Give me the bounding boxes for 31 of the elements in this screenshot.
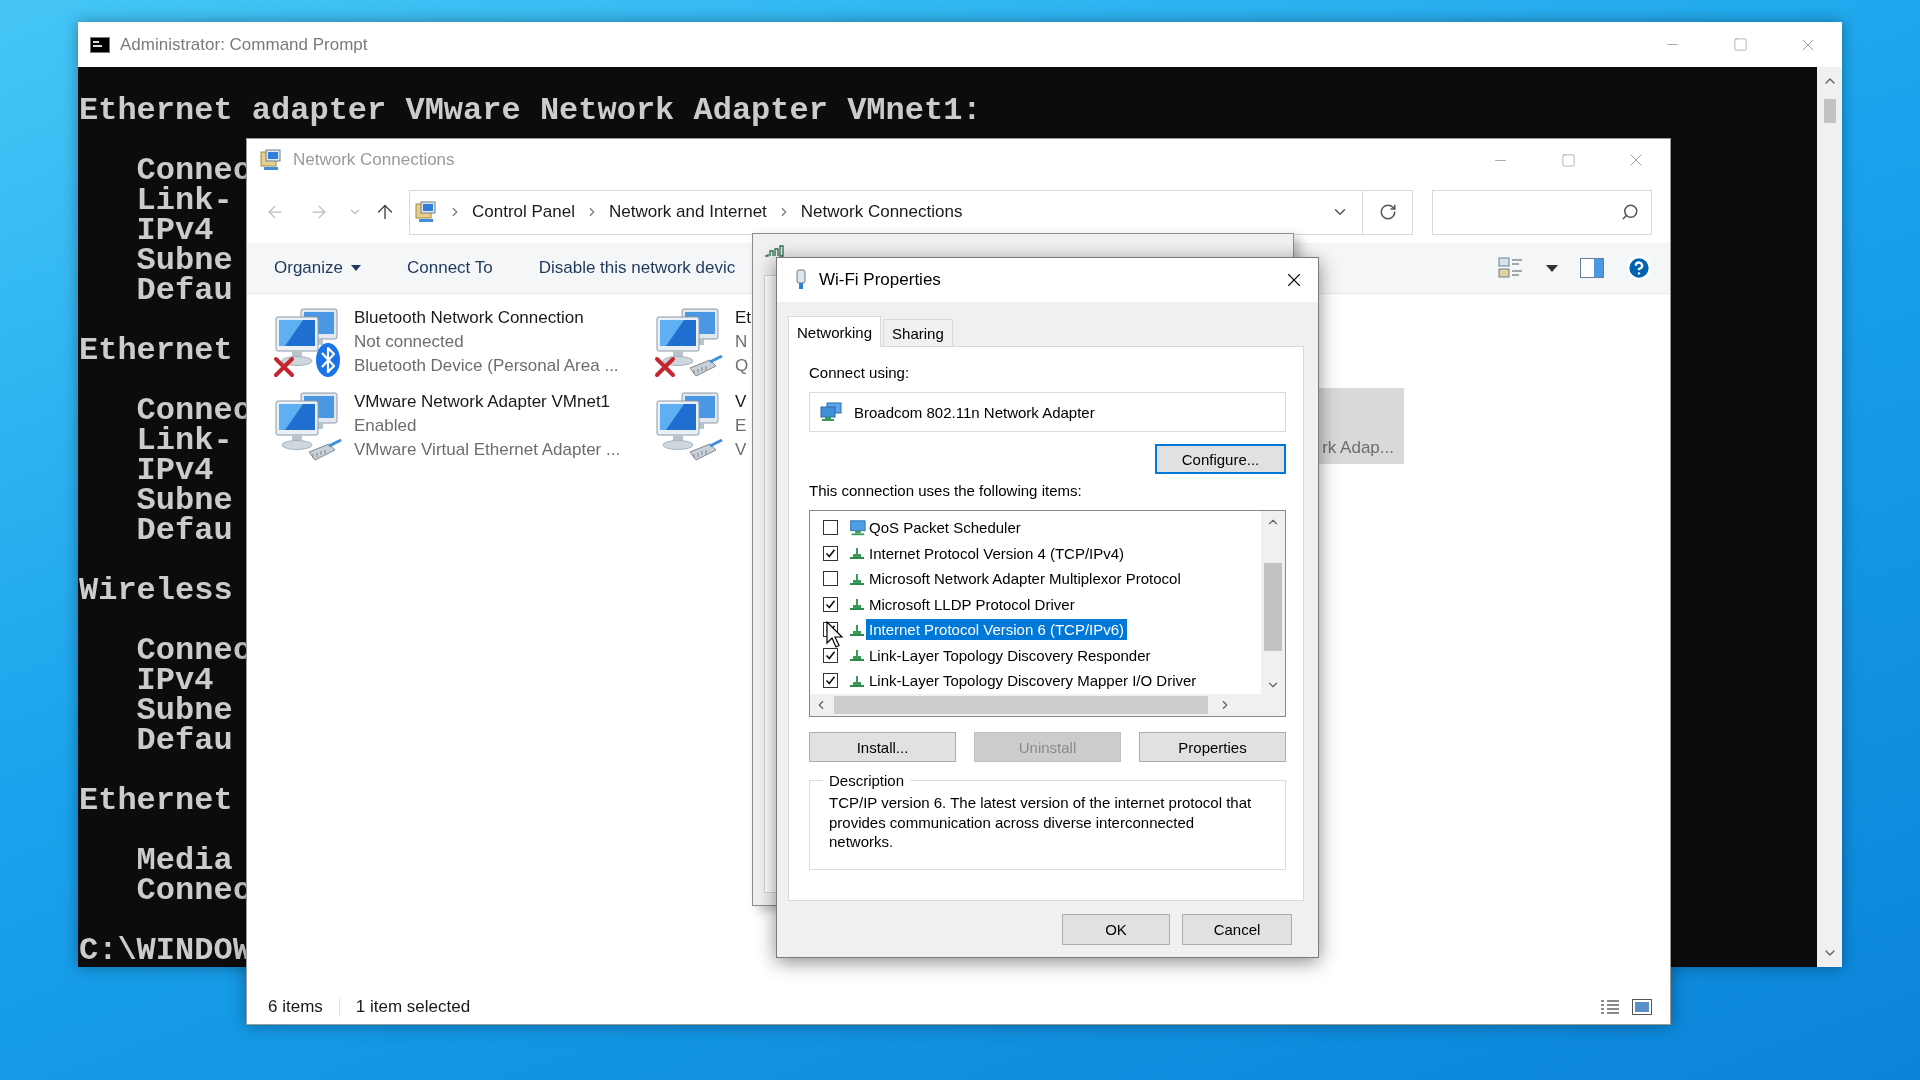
connection-name: Bluetooth Network Connection: [354, 307, 585, 329]
console-text: Ethernet: [79, 782, 233, 819]
description-text: TCP/IP version 6. The latest version of the internet protocol that provides communication across diverse interconnected networks.: [829, 793, 1253, 852]
device-name: rk Adap...: [1322, 437, 1394, 459]
console-prompt: C:\WINDOW: [79, 932, 252, 969]
device-name: Q: [735, 355, 750, 377]
field-label: Connect using:: [809, 364, 911, 382]
list-label: This connection uses the following items:: [809, 482, 1083, 500]
connection-name: Et: [735, 307, 752, 329]
selection-count: 1 item selected: [355, 996, 472, 1017]
connection-status: E: [735, 415, 747, 437]
connection-status: Enabled: [354, 415, 418, 437]
window-title: Network Connections: [293, 150, 455, 170]
group-label: Description: [828, 772, 906, 789]
console-text: Link-: [136, 422, 233, 459]
device-name: VMware Virtual Ethernet Adapter ...: [354, 439, 621, 461]
console-text: Ethernet adapter VMware Network Adapter VMnet1:: [79, 92, 982, 129]
dialog-title: Wi-Fi Properties: [819, 270, 941, 290]
console-text: Wireless: [79, 572, 233, 609]
adapter-name: Broadcom 802.11n Network Adapter: [854, 403, 1095, 421]
device-name: Bluetooth Device (Personal Area ...: [354, 355, 619, 377]
connection-status: Not connected: [354, 331, 465, 353]
window-title: Administrator: Command Prompt: [120, 34, 368, 55]
console-text: Link-: [136, 182, 233, 219]
item-count: 6 items: [268, 996, 340, 1017]
console-text: Ethernet: [79, 332, 233, 369]
device-name: V: [735, 439, 747, 461]
console-text: Connec: [136, 632, 252, 669]
connection-name: VMware Network Adapter VMnet1: [354, 391, 612, 413]
connection-name: V: [735, 391, 747, 413]
connection-status: N: [735, 331, 749, 353]
